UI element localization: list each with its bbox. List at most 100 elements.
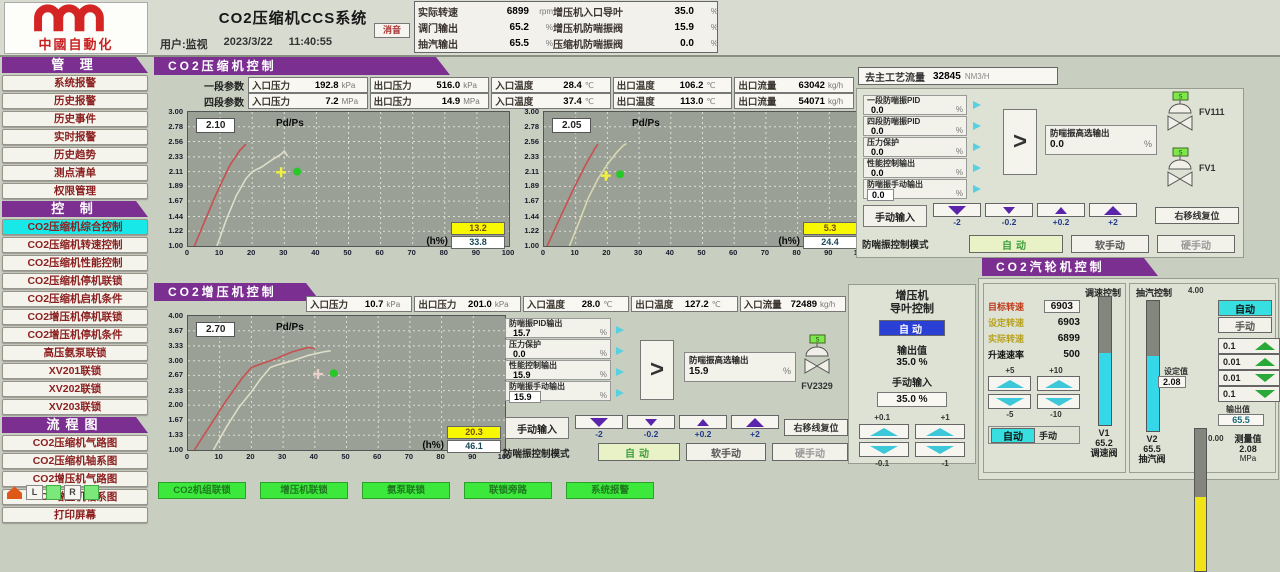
interlock-button[interactable]: 增压机联锁 — [260, 482, 348, 499]
status-item: 实际转速6899rpm — [418, 3, 553, 19]
mode-hard-manual-button[interactable]: 硬手动 — [772, 443, 848, 461]
sidebar-item[interactable]: 系统报警 — [2, 75, 148, 91]
reset-line-button[interactable]: 右移线复位 — [1155, 207, 1239, 224]
manual-step-buttons: -2 -0.2 +0.2 +2 — [933, 203, 1137, 227]
step-up-small-button[interactable] — [1037, 203, 1085, 217]
interlock-button[interactable]: 系统报警 — [566, 482, 654, 499]
sidebar-item[interactable]: CO2增压机停机联锁 — [2, 309, 148, 325]
step-down-big-button[interactable] — [575, 415, 623, 429]
igv-up-big-button[interactable] — [915, 424, 965, 439]
param-field: 出口压力516.0kPa — [370, 77, 490, 93]
igv-output-value: 35.0 % — [849, 357, 975, 368]
nav-left-button[interactable]: L — [26, 485, 43, 500]
sidebar-item[interactable]: CO2压缩机转速控制 — [2, 237, 148, 253]
mode-hard-manual-button[interactable]: 硬手动 — [1157, 235, 1235, 253]
step-down-small-button[interactable] — [627, 415, 675, 429]
sidebar-item[interactable]: 打印屏幕 — [2, 507, 148, 523]
mode-soft-manual-button[interactable]: 软手动 — [686, 443, 766, 461]
stage4-surge-chart: 3.002.782.562.332.111.891.671.441.221.00… — [514, 109, 862, 265]
speed-up-big-button[interactable] — [1037, 376, 1080, 391]
sidebar-item[interactable]: 历史趋势 — [2, 147, 148, 163]
mode-auto-button[interactable]: 自动 — [969, 235, 1063, 253]
sidebar-item[interactable]: 历史报警 — [2, 93, 148, 109]
antisurge-mode-label: 防喘振控制模式 — [862, 237, 929, 251]
igv-manual-value[interactable]: 35.0 % — [877, 392, 947, 407]
step-down-small-button[interactable] — [985, 203, 1033, 217]
sidebar-item[interactable]: CO2压缩机性能控制 — [2, 255, 148, 271]
sidebar-header-flowcharts: 流程图 — [2, 417, 148, 433]
extraction-auto-button[interactable]: 自动 — [1218, 300, 1272, 316]
interlock-button[interactable]: CO2机组联锁 — [158, 482, 246, 499]
igv-auto-button[interactable]: 自动 — [879, 320, 945, 336]
sidebar-item[interactable]: CO2压缩机气路图 — [2, 435, 148, 451]
sidebar-item[interactable]: XV202联锁 — [2, 381, 148, 397]
h-percent-label: (h%) — [778, 236, 800, 247]
sidebar-item[interactable]: CO2压缩机停机联锁 — [2, 273, 148, 289]
sidebar: 管 理 系统报警历史报警历史事件实时报警历史趋势测点清单权限管理 控 制 CO2… — [2, 57, 148, 523]
sidebar-item[interactable]: 权限管理 — [2, 183, 148, 199]
status-item: 增压机防喘振阀15.9% — [553, 19, 718, 35]
home-icon[interactable] — [6, 485, 23, 500]
igv-down-small-button[interactable] — [859, 442, 909, 457]
pressure-step-up-small-button[interactable]: 0.01 — [1218, 354, 1280, 370]
step-down-big-button[interactable] — [933, 203, 981, 217]
surge-margin-value: 5.3 — [803, 222, 857, 235]
valve-fv111[interactable]: S FV111 — [1163, 91, 1225, 133]
chart-readouts: 20.3 46.1 — [447, 426, 501, 453]
mode-auto-button[interactable]: 自动 — [598, 443, 680, 461]
extraction-manual-button[interactable]: 手动 — [1218, 317, 1272, 333]
interlock-button[interactable]: 联锁旁路 — [464, 482, 552, 499]
param-field: 出口温度113.0℃ — [613, 93, 733, 109]
step-up-big-button[interactable] — [1089, 203, 1137, 217]
pid-input: 一段防喘振PID 0.0% — [863, 95, 967, 115]
sidebar-item[interactable]: 实时报警 — [2, 129, 148, 145]
mute-button[interactable]: 消音 — [374, 23, 410, 38]
speed-auto-button[interactable]: 自动 — [991, 428, 1035, 443]
ramp-rate-row: 升速速率500 — [988, 346, 1080, 362]
speed-manual-button[interactable]: 手动 — [1039, 429, 1057, 442]
sidebar-item[interactable]: XV201联锁 — [2, 363, 148, 379]
corner-nav: L R — [6, 485, 99, 500]
pid-input: 防喘振PID输出 15.7% — [505, 318, 611, 338]
sidebar-item[interactable]: CO2压缩机轴系图 — [2, 453, 148, 469]
nav-right-button[interactable]: R — [64, 485, 81, 500]
row-label: 四段参数 — [190, 94, 244, 109]
valve-fv1[interactable]: S FV1 — [1163, 147, 1216, 189]
sidebar-item[interactable]: CO2压缩机启机条件 — [2, 291, 148, 307]
setpoint-value[interactable]: 2.08 — [1158, 376, 1186, 388]
reset-line-button[interactable]: 右移线复位 — [784, 419, 848, 436]
igv-up-small-button[interactable] — [859, 424, 909, 439]
sidebar-item[interactable]: 高压氨泵联锁 — [2, 345, 148, 361]
nav-right-indicator — [84, 485, 99, 500]
step-up-big-button[interactable] — [731, 415, 779, 429]
interlock-button[interactable]: 氨泵联锁 — [362, 482, 450, 499]
speed-down-big-button[interactable] — [1037, 394, 1080, 409]
speed-up-small-button[interactable] — [988, 376, 1031, 391]
sidebar-list-flowcharts: CO2压缩机气路图CO2压缩机轴系图CO2增压机气路图CO2增压机轴系图打印屏幕 — [2, 435, 148, 523]
pressure-step-up-big-button[interactable]: 0.1 — [1218, 338, 1280, 354]
pressure-ratio-value: 2.05 — [552, 118, 591, 133]
measure-block: 测量值 2.08 MPa — [1226, 434, 1270, 464]
status-item: 抽汽输出65.5% — [418, 35, 553, 51]
sidebar-item[interactable]: 历史事件 — [2, 111, 148, 127]
flow-arrow-icon — [616, 389, 624, 397]
valve-icon: S — [1163, 147, 1197, 189]
param-field: 入口压力7.2MPa — [248, 93, 368, 109]
user-label: 用户:监视 — [160, 36, 208, 52]
igv-step-label: +0.1 — [874, 413, 890, 422]
valve-fv2329[interactable]: S FV2329 — [800, 334, 834, 391]
speed-down-small-button[interactable] — [988, 394, 1031, 409]
sidebar-item[interactable]: 测点清单 — [2, 165, 148, 181]
sidebar-item[interactable]: XV203联锁 — [2, 399, 148, 415]
status-item: 增压机入口导叶35.0% — [553, 3, 718, 19]
logo-text: 中國自動化 — [5, 38, 147, 52]
high-select-output: 防喘振高选输出 0.0% — [1045, 125, 1157, 155]
step-up-small-button[interactable] — [679, 415, 727, 429]
sidebar-item[interactable]: CO2压缩机综合控制 — [2, 219, 148, 235]
mode-soft-manual-button[interactable]: 软手动 — [1071, 235, 1149, 253]
pressure-step-down-big-button[interactable]: 0.1 — [1218, 386, 1280, 402]
sidebar-item[interactable]: CO2增压机停机条件 — [2, 327, 148, 343]
pressure-step-down-small-button[interactable]: 0.01 — [1218, 370, 1280, 386]
antisurge-mode-label: 防喘振控制模式 — [503, 446, 570, 460]
igv-down-big-button[interactable] — [915, 442, 965, 457]
